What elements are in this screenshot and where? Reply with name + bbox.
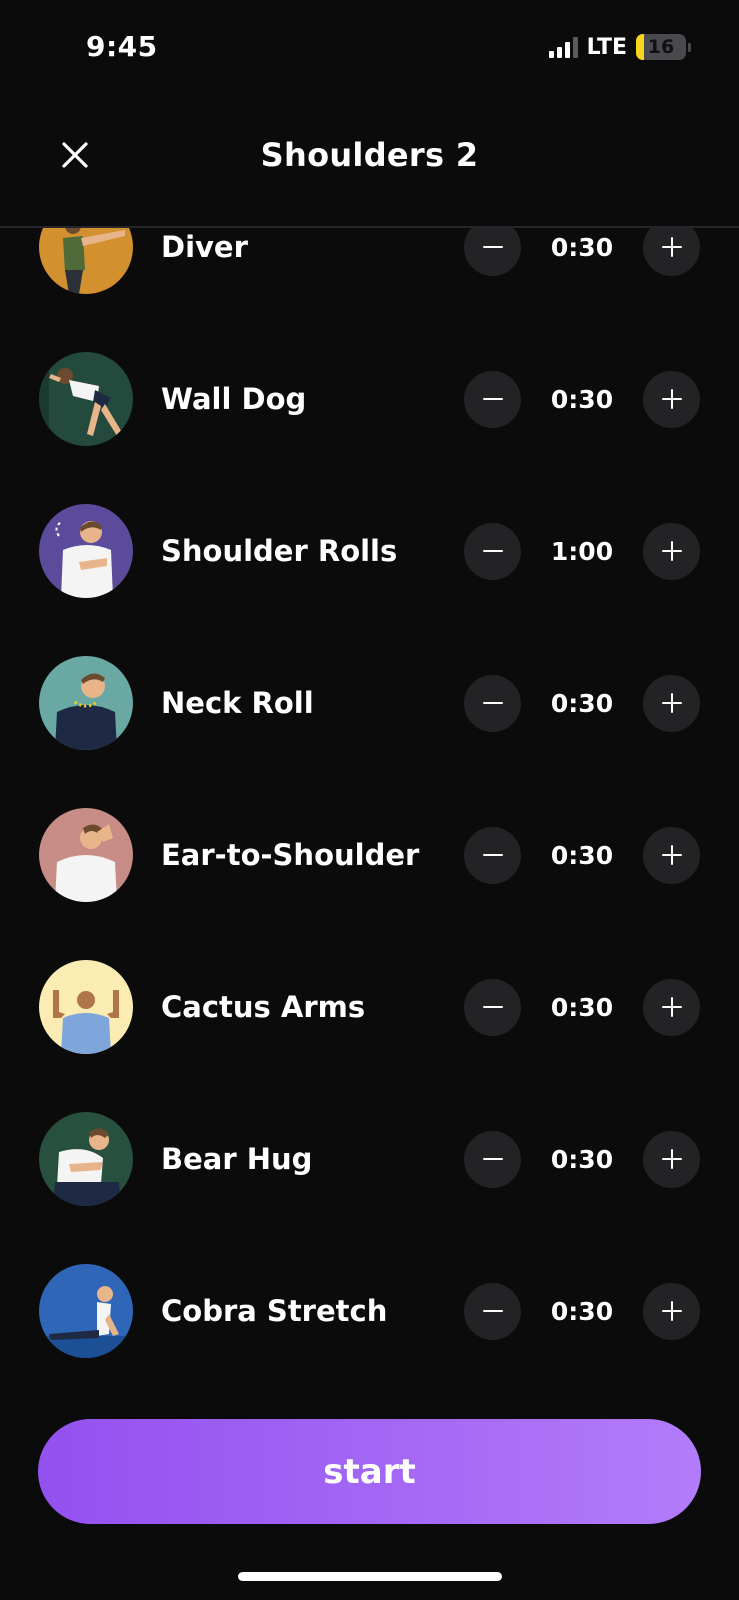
exercise-row-cactus-arms: Cactus Arms 0:30 — [0, 931, 739, 1083]
exercise-thumbnail — [39, 504, 133, 598]
exercise-row-wall-dog: Wall Dog 0:30 — [0, 323, 739, 475]
increase-duration-button[interactable] — [643, 978, 700, 1036]
decrease-duration-button[interactable] — [464, 228, 521, 276]
exercise-row-diver: Diver 0:30 — [0, 228, 739, 323]
home-indicator[interactable] — [238, 1572, 502, 1581]
exercise-duration: 0:30 — [550, 688, 614, 718]
minus-icon — [482, 854, 503, 856]
minus-icon — [482, 1158, 503, 1160]
exercise-duration: 0:30 — [550, 992, 614, 1022]
status-time: 9:45 — [86, 30, 158, 63]
plus-icon — [661, 541, 682, 561]
exercise-duration: 0:30 — [550, 384, 614, 414]
minus-icon — [482, 398, 503, 400]
plus-icon — [661, 389, 682, 409]
plus-icon — [661, 237, 682, 257]
increase-duration-button[interactable] — [643, 522, 700, 580]
decrease-duration-button[interactable] — [464, 826, 521, 884]
plus-icon — [661, 1301, 682, 1321]
decrease-duration-button[interactable] — [464, 978, 521, 1036]
network-label: LTE — [586, 34, 627, 60]
minus-icon — [482, 246, 503, 248]
plus-icon — [661, 997, 682, 1017]
exercise-name: Cobra Stretch — [161, 1294, 388, 1328]
exercise-row-neck-roll: Neck Roll 0:30 — [0, 627, 739, 779]
decrease-duration-button[interactable] — [464, 522, 521, 580]
minus-icon — [482, 1006, 503, 1008]
exercise-name: Shoulder Rolls — [161, 534, 398, 568]
decrease-duration-button[interactable] — [464, 1130, 521, 1188]
exercise-duration: 0:30 — [550, 1296, 614, 1326]
decrease-duration-button[interactable] — [464, 1282, 521, 1340]
exercise-row-bear-hug: Bear Hug 0:30 — [0, 1083, 739, 1235]
exercise-name: Cactus Arms — [161, 990, 366, 1024]
increase-duration-button[interactable] — [643, 1130, 700, 1188]
decrease-duration-button[interactable] — [464, 370, 521, 428]
exercise-name: Ear-to-Shoulder — [161, 838, 420, 872]
exercise-name: Wall Dog — [161, 382, 307, 416]
plus-icon — [661, 1149, 682, 1169]
exercise-thumbnail — [39, 228, 133, 294]
exercise-row-ear-to-shoulder: Ear-to-Shoulder 0:30 — [0, 779, 739, 931]
exercise-row-shoulder-rolls: Shoulder Rolls 1:00 — [0, 475, 739, 627]
increase-duration-button[interactable] — [643, 1282, 700, 1340]
minus-icon — [482, 550, 503, 552]
exercise-name: Diver — [161, 230, 248, 264]
exercise-thumbnail — [39, 960, 133, 1054]
exercise-thumbnail — [39, 1112, 133, 1206]
increase-duration-button[interactable] — [643, 826, 700, 884]
status-bar: 9:45 LTE 16 — [0, 0, 739, 90]
start-button[interactable]: start — [38, 1419, 701, 1524]
status-indicators: LTE 16 — [548, 34, 691, 60]
header: Shoulders 2 — [0, 110, 739, 228]
minus-icon — [482, 702, 503, 704]
increase-duration-button[interactable] — [643, 370, 700, 428]
start-button-label: start — [323, 1451, 416, 1492]
increase-duration-button[interactable] — [643, 674, 700, 732]
decrease-duration-button[interactable] — [464, 674, 521, 732]
exercise-thumbnail — [39, 808, 133, 902]
page-title: Shoulders 2 — [260, 136, 479, 174]
exercise-name: Bear Hug — [161, 1142, 313, 1176]
signal-icon — [548, 36, 578, 58]
exercise-row-cobra-stretch: Cobra Stretch 0:30 — [0, 1235, 739, 1387]
exercise-duration: 0:30 — [550, 840, 614, 870]
exercise-name: Neck Roll — [161, 686, 314, 720]
battery-icon: 16 — [636, 34, 691, 60]
exercise-thumbnail — [39, 656, 133, 750]
plus-icon — [661, 845, 682, 865]
plus-icon — [661, 693, 682, 713]
exercise-duration: 0:30 — [550, 232, 614, 262]
exercise-thumbnail — [39, 352, 133, 446]
exercise-duration: 1:00 — [550, 536, 614, 566]
exercise-duration: 0:30 — [550, 1144, 614, 1174]
increase-duration-button[interactable] — [643, 228, 700, 276]
minus-icon — [482, 1310, 503, 1312]
battery-level: 16 — [647, 36, 675, 58]
workout-screen: 9:45 LTE 16 Shoulders 2 Diver 0:30 Wall … — [0, 0, 739, 1600]
exercise-list[interactable]: Diver 0:30 Wall Dog 0:30 Shoulder Rolls … — [0, 228, 739, 1388]
exercise-thumbnail — [39, 1264, 133, 1358]
